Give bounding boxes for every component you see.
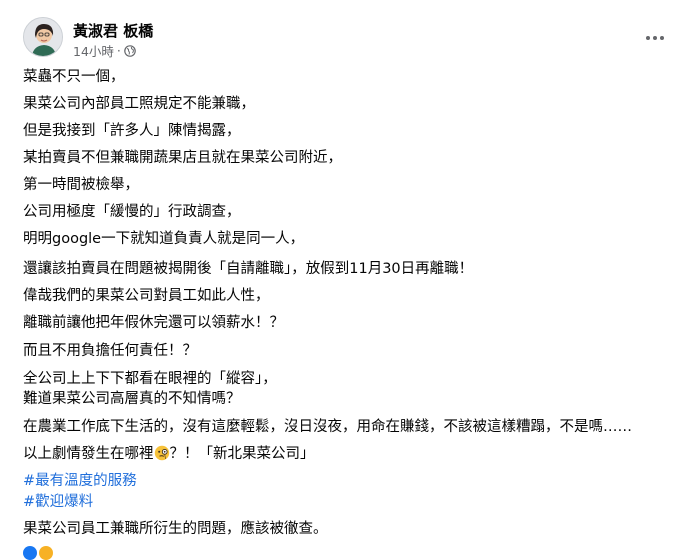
more-options-icon[interactable] — [641, 24, 669, 52]
post-line: 偉哉我們的果菜公司對員工如此人性， — [23, 288, 270, 304]
meta-separator: · — [116, 43, 121, 58]
globe-icon — [124, 44, 136, 57]
post-line: 離職前讓他把年假休完還可以領薪水！？ — [23, 315, 284, 331]
post-time[interactable]: 14小時 — [73, 41, 114, 60]
hashtag-link[interactable]: #最有溫度的服務 — [23, 471, 137, 491]
post-line: 還讓該拍賣員在問題被揭開後「自請離職」，放假到11月30日再離職！ — [23, 261, 474, 277]
post-line-text: 以上劇情發生在哪裡 — [23, 446, 154, 462]
post-line: 明明google一下就知道負責人就是同一人， — [23, 231, 305, 247]
like-reaction-icon — [23, 546, 37, 560]
post-line: 但是我接到「許多人」陳情揭露， — [23, 123, 241, 139]
avatar[interactable] — [23, 17, 63, 57]
post-line: 果菜公司內部員工照規定不能兼職， — [23, 96, 255, 112]
post-line: 在農業工作底下生活的，沒有這麼輕鬆，沒日沒夜，用命在賺錢，不該被這樣糟蹋，不是嗎… — [23, 419, 632, 435]
post-line: 公司用極度「緩慢的」行政調查， — [23, 204, 241, 220]
monocle-face-emoji — [154, 445, 169, 461]
hashtag-link[interactable]: #歡迎爆料 — [23, 492, 93, 512]
post-author[interactable]: 黃淑君 板橋 — [73, 20, 153, 41]
post-meta: 14小時 · — [73, 41, 136, 60]
post-line: 難道果菜公司高層真的不知情嗎？ — [23, 391, 241, 407]
post-line: 第一時間被檢舉， — [23, 177, 139, 193]
post-line-text: ？！「新北果菜公司」 — [169, 446, 315, 462]
post-line: 菜蟲不只一個， — [23, 69, 125, 85]
haha-reaction-icon — [39, 546, 53, 560]
post-line-with-emoji: 以上劇情發生在哪裡 ？！「新北果菜公司」 — [23, 444, 315, 464]
post-line: 而且不用負擔任何責任！？ — [23, 343, 197, 359]
post-line: 全公司上上下下都看在眼裡的「縱容」， — [23, 371, 277, 387]
post-line: 某拍賣員不但兼職開蔬果店且就在果菜公司附近， — [23, 150, 342, 166]
facebook-post: 黃淑君 板橋 14小時 · 菜蟲不只一個， 果菜公司內部員工照規定不能兼職， 但… — [0, 0, 689, 560]
post-closing-line: 果菜公司員工兼職所衍生的問題，應該被徹查。 — [23, 521, 328, 537]
reaction-icons[interactable] — [23, 546, 53, 560]
